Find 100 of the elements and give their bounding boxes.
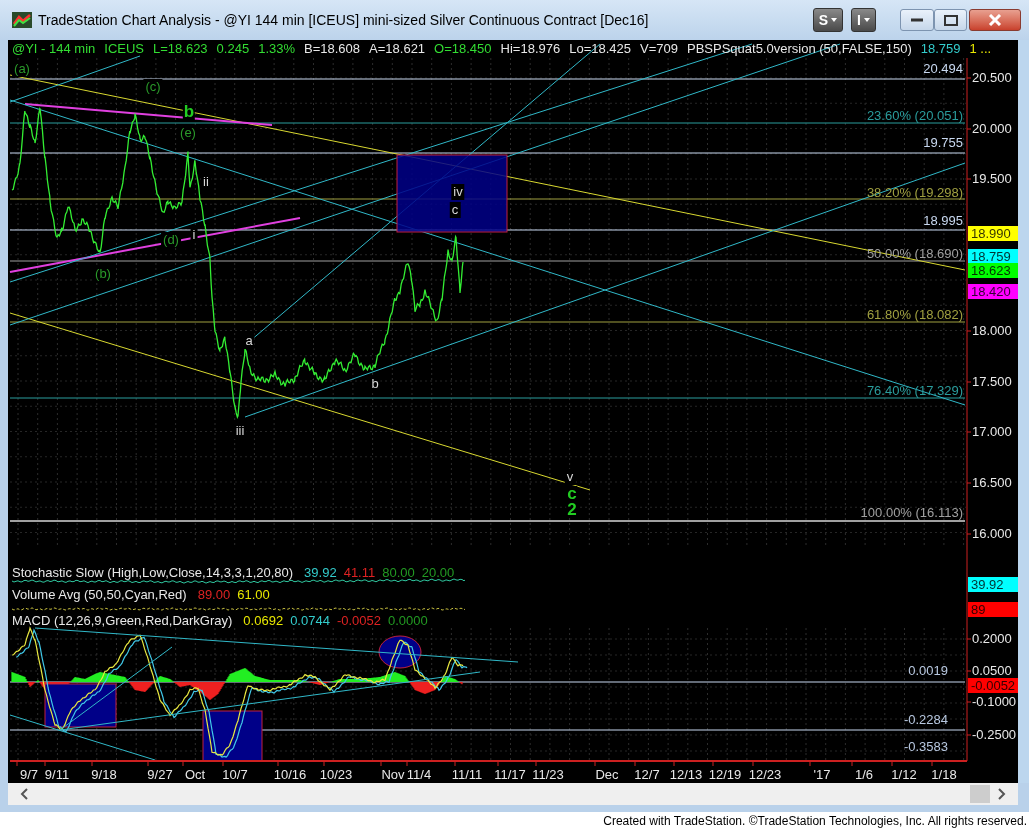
symbol-quote-text: @YI - 144 min [12,41,96,57]
vertical-scrollbar[interactable] [1018,40,1029,783]
date-label: Dec [595,767,619,783]
maximize-icon [943,14,958,26]
symbol-quote-text: ICEUS [104,41,144,57]
wave-label: b [369,376,381,392]
date-label: 12/23 [748,767,782,783]
indicator-value: 41.11 [343,565,376,581]
symbol-quote-text: B=18.608 [304,41,361,57]
maximize-button[interactable] [934,9,967,31]
level-label: 0.0019 [908,663,948,679]
wave-label: b [182,104,196,120]
minimize-button[interactable] [900,9,934,31]
close-icon [988,14,1002,26]
date-label: 1/12 [891,767,917,783]
scroll-right-icon[interactable] [998,788,1006,800]
symbol-quote-text: 0.245 [216,41,250,57]
date-label: 1/6 [854,767,874,783]
wave-label: (a) [12,61,32,77]
axis-label: 16.500 [972,475,1012,491]
level-label: 18.995 [923,213,963,229]
indicator-tag: -0.0052 [968,678,1018,693]
date-label: 10/23 [319,767,353,783]
wave-label: iv [451,184,465,200]
price-tag: 18.420 [968,284,1018,299]
price-tag: 18.623 [968,263,1018,278]
symbol-quote-text: Lo=18.425 [569,41,632,57]
highlight-rectangle [202,710,263,762]
level-label: -0.2284 [903,712,948,728]
caret-icon [831,18,838,22]
axis-label: 17.500 [972,374,1012,390]
level-label: 23.60% (20.051) [866,108,963,124]
symbol-quote-text: V=709 [640,41,678,57]
wave-label: (b) [93,266,113,282]
indicator-name: MACD (12,26,9,Green,Red,DarkGray) [12,613,233,629]
wave-label: c [449,202,461,218]
wave-label: v [564,469,576,485]
indicator-value: 0.0744 [290,613,330,629]
date-label: Nov [381,767,405,783]
indicator-value: 80.00 [382,565,415,581]
indicator-value: 39.92 [304,565,337,581]
indicator-name: Volume Avg (50,50,Cyan,Red) [12,587,187,603]
scroll-left-icon[interactable] [20,788,28,800]
symbol-quote-text: O=18.450 [434,41,492,57]
toolbar-menu-button[interactable]: I [851,8,876,32]
date-label: 10/16 [273,767,307,783]
wave-label: (d) [161,232,181,248]
chart-app-icon [12,12,32,28]
axis-label: 17.000 [972,424,1012,440]
axis-label: -0.2500 [972,727,1017,743]
axis-label: 18.000 [972,323,1012,339]
indicator-value: 0.0000 [388,613,428,629]
wave-label: i [190,227,198,243]
axis-label: 0.0500 [972,663,1012,679]
date-label: 11/4 [406,767,432,783]
level-label: 20.494 [923,61,963,77]
symbol-quote-text: 1.33% [258,41,296,57]
date-label: 9/11 [44,767,70,783]
date-label: 12/7 [634,767,660,783]
level-label: -0.3583 [903,739,948,755]
date-label: 9/7 [19,767,39,783]
scrollbar-thumb[interactable] [970,785,990,803]
indicator-name: Stochastic Slow (High,Low,Close,14,3,3,1,20,80) [12,565,294,581]
level-label: 76.40% (17.329) [866,383,963,399]
axis-label: 16.000 [972,526,1012,542]
date-label: 11/23 [532,767,564,783]
indicator-tag: 89 [968,602,1018,617]
copyright-text: Created with TradeStation. ©TradeStation Technologies, Inc. All rights reserved. [603,813,1027,830]
price-tag: 18.990 [968,226,1018,241]
horizontal-scrollbar[interactable] [8,783,1018,805]
level-label: 19.755 [923,135,963,151]
wave-label: (e) [178,125,198,141]
axis-label: 0.2000 [972,631,1012,647]
date-label: 12/19 [708,767,742,783]
date-label: 11/17 [494,767,526,783]
highlight-ellipse [378,635,422,669]
date-label: 9/27 [147,767,173,783]
axis-label: 20.500 [972,70,1012,86]
indicator-tag: 39.92 [968,577,1018,592]
wave-label: 2 [566,502,578,518]
level-label: 100.00% (16.113) [860,505,963,521]
caret-icon [864,18,870,22]
date-label: Oct [184,767,206,783]
symbol-quote-text: A=18.621 [369,41,426,57]
symbol-quote-text: 18.759 [920,41,961,57]
date-label: 1/18 [931,767,957,783]
symbol-quote-text: L=18.623 [153,41,208,57]
wave-label: c [566,486,578,502]
axis-label: 19.500 [972,171,1012,187]
indicator-value: 89.00 [197,587,231,603]
axis-label: -0.1000 [972,694,1017,710]
date-label: 11/11 [451,767,483,783]
date-label: '17 [813,767,831,783]
indicator-value: -0.0052 [336,613,381,629]
axis-label: 20.000 [972,121,1012,137]
wave-label: a [243,333,255,349]
wave-label: (c) [143,79,163,95]
toolbar-menu-button[interactable]: S [812,8,844,32]
close-button[interactable] [969,9,1021,31]
symbol-quote-text: 1 ... [969,41,992,57]
